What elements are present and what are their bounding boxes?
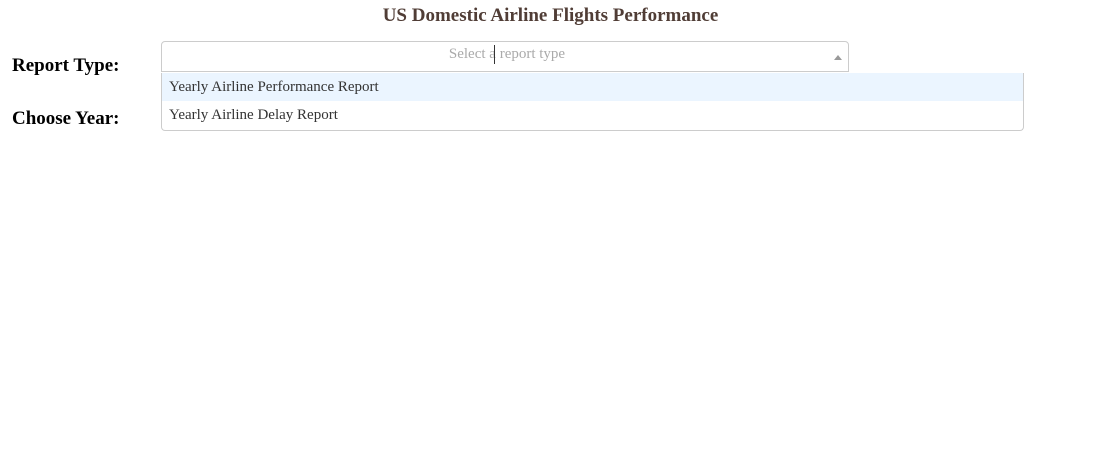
option-yearly-airline-delay-report[interactable]: Yearly Airline Delay Report xyxy=(162,101,1023,129)
option-yearly-airline-performance-report[interactable]: Yearly Airline Performance Report xyxy=(162,73,1023,101)
dropdown-arrow-icon[interactable] xyxy=(834,55,842,60)
choose-year-label: Choose Year: xyxy=(12,108,120,129)
page: US Domestic Airline Flights Performance … xyxy=(0,0,1107,464)
page-title: US Domestic Airline Flights Performance xyxy=(382,5,719,26)
report-type-placeholder: Select a report type xyxy=(448,46,566,62)
text-cursor xyxy=(494,45,495,64)
report-type-dropdown[interactable]: Select a report type xyxy=(161,41,849,72)
report-type-label: Report Type: xyxy=(12,55,120,76)
report-type-menu: Yearly Airline Performance Report Yearly… xyxy=(161,73,1024,131)
